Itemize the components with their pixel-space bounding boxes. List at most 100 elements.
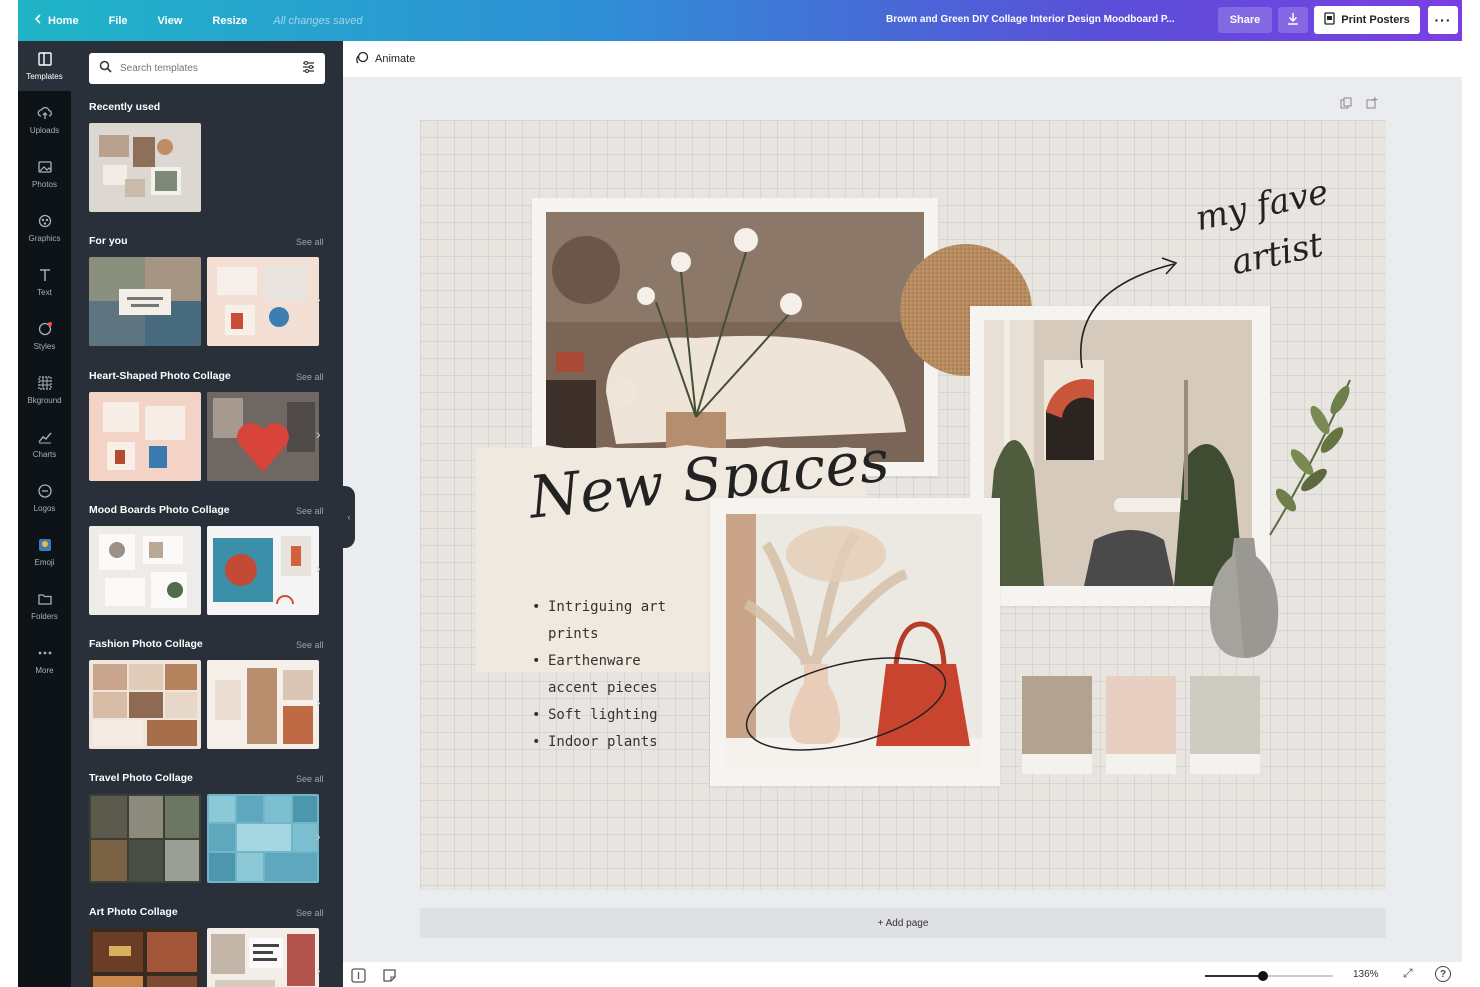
view-menu[interactable]: View — [158, 15, 183, 27]
more-dots-icon — [37, 645, 53, 663]
emoji-icon — [37, 537, 53, 555]
duplicate-page-icon[interactable] — [1340, 96, 1352, 114]
color-swatch[interactable] — [1106, 676, 1176, 774]
rail-item-graphics[interactable]: Graphics — [18, 203, 71, 253]
canva-editor-window: Home File View Resize All changes saved … — [18, 0, 1462, 987]
chart-line-icon — [37, 429, 53, 447]
file-menu[interactable]: File — [109, 15, 128, 27]
color-swatch[interactable] — [1022, 676, 1092, 774]
flowers-sofa-photo — [546, 212, 924, 462]
notes-icon[interactable] — [382, 968, 397, 987]
rail-item-templates[interactable]: Templates — [18, 41, 71, 91]
palette-icon — [37, 321, 53, 339]
template-thumbnail[interactable] — [89, 526, 201, 615]
zoom-level[interactable]: 136% — [1353, 969, 1379, 980]
rail-label: Styles — [33, 342, 56, 351]
rail-item-emoji[interactable]: Emoji — [18, 527, 71, 577]
zoom-slider[interactable] — [1205, 971, 1333, 981]
template-thumbnail[interactable] — [89, 660, 201, 749]
more-options-button[interactable]: ··· — [1428, 6, 1458, 34]
chevron-left-icon — [34, 14, 42, 27]
rail-item-photos[interactable]: Photos — [18, 149, 71, 199]
add-page-icon[interactable] — [1366, 96, 1378, 114]
rail-item-more[interactable]: More — [18, 635, 71, 685]
shapes-icon — [37, 213, 53, 231]
filter-sliders-icon[interactable] — [302, 60, 315, 78]
plant-branch[interactable] — [1250, 370, 1370, 540]
see-all-link[interactable]: See all — [296, 774, 324, 784]
section-heading-heart: Heart-Shaped Photo Collage — [89, 370, 231, 382]
ceramic-vase[interactable] — [1204, 536, 1284, 660]
template-thumbnail[interactable] — [207, 928, 319, 987]
search-templates-input[interactable] — [120, 63, 294, 74]
design-page[interactable]: New Spaces Intriguing art prints Earthen… — [420, 120, 1386, 890]
bullet-continuation: accent pieces — [548, 680, 658, 696]
print-posters-button[interactable]: Print Posters — [1314, 6, 1420, 34]
caption-artist[interactable]: artist — [1228, 225, 1326, 283]
template-thumbnail[interactable] — [89, 257, 201, 346]
rail-label: Charts — [32, 450, 57, 459]
rail-item-charts[interactable]: Charts — [18, 419, 71, 469]
collapse-panel-handle[interactable]: ‹ — [343, 486, 355, 548]
rail-label: Bkground — [27, 396, 62, 405]
curved-arrow[interactable] — [1070, 250, 1190, 370]
chevron-right-icon[interactable]: › — [316, 828, 321, 844]
template-thumbnail[interactable] — [207, 660, 319, 749]
top-nav: Home File View Resize All changes saved — [18, 14, 363, 27]
chevron-right-icon[interactable]: › — [316, 962, 321, 978]
bullet-list[interactable]: Intriguing art prints Earthenware accent… — [532, 594, 666, 756]
save-status: All changes saved — [273, 14, 363, 27]
fullscreen-icon[interactable]: ⤢ — [1403, 966, 1413, 981]
rail-item-background[interactable]: Bkground — [18, 365, 71, 415]
home-button[interactable]: Home — [34, 14, 79, 27]
page-number-icon[interactable] — [351, 968, 366, 987]
rail-item-uploads[interactable]: Uploads — [18, 95, 71, 145]
download-icon — [1287, 12, 1299, 28]
rail-item-text[interactable]: Text — [18, 257, 71, 307]
swatch-color — [1190, 676, 1260, 754]
home-label: Home — [48, 14, 79, 27]
template-thumbnail[interactable] — [207, 526, 319, 615]
text-t-icon — [37, 267, 53, 285]
share-button[interactable]: Share — [1218, 7, 1272, 33]
background-pattern-icon — [37, 375, 53, 393]
color-swatch[interactable] — [1190, 676, 1260, 774]
template-thumbnail[interactable] — [89, 928, 201, 987]
animate-icon[interactable] — [355, 51, 369, 68]
help-button[interactable]: ? — [1435, 966, 1451, 982]
template-thumbnail[interactable] — [207, 794, 319, 883]
rail-label: More — [35, 666, 54, 675]
see-all-link[interactable]: See all — [296, 640, 324, 650]
add-page-button[interactable]: + Add page — [420, 908, 1386, 938]
chevron-right-icon[interactable]: › — [316, 694, 321, 710]
zoom-slider-handle[interactable] — [1257, 971, 1268, 981]
template-thumbnail[interactable] — [89, 794, 201, 883]
see-all-link[interactable]: See all — [296, 237, 324, 247]
vase-handbag-photo — [726, 514, 982, 770]
see-all-link[interactable]: See all — [296, 372, 324, 382]
swatch-color — [1022, 676, 1092, 754]
chevron-right-icon[interactable]: › — [316, 560, 321, 576]
bullet-item: Intriguing art — [532, 594, 666, 621]
templates-icon — [37, 51, 53, 69]
chevron-right-icon[interactable]: › — [316, 426, 321, 442]
see-all-link[interactable]: See all — [296, 506, 324, 516]
see-all-link[interactable]: See all — [296, 908, 324, 918]
template-thumbnail[interactable] — [89, 392, 201, 481]
template-search-box[interactable] — [89, 53, 325, 84]
download-button[interactable] — [1278, 7, 1308, 33]
bullet-item: Earthenware — [532, 648, 666, 675]
document-title[interactable]: Brown and Green DIY Collage Interior Des… — [886, 14, 1196, 25]
animate-button[interactable]: Animate — [375, 53, 415, 65]
rail-label: Photos — [32, 180, 57, 189]
chevron-right-icon[interactable]: › — [316, 291, 321, 307]
template-thumbnail[interactable] — [207, 257, 319, 346]
template-thumbnail[interactable] — [89, 123, 201, 212]
rail-item-styles[interactable]: Styles — [18, 311, 71, 361]
rail-label: Text — [37, 288, 52, 297]
rail-item-folders[interactable]: Folders — [18, 581, 71, 631]
photo-frame-handbag[interactable] — [710, 498, 1000, 786]
resize-menu[interactable]: Resize — [212, 15, 247, 27]
rail-item-logos[interactable]: Logos — [18, 473, 71, 523]
template-thumbnail[interactable] — [207, 392, 319, 481]
